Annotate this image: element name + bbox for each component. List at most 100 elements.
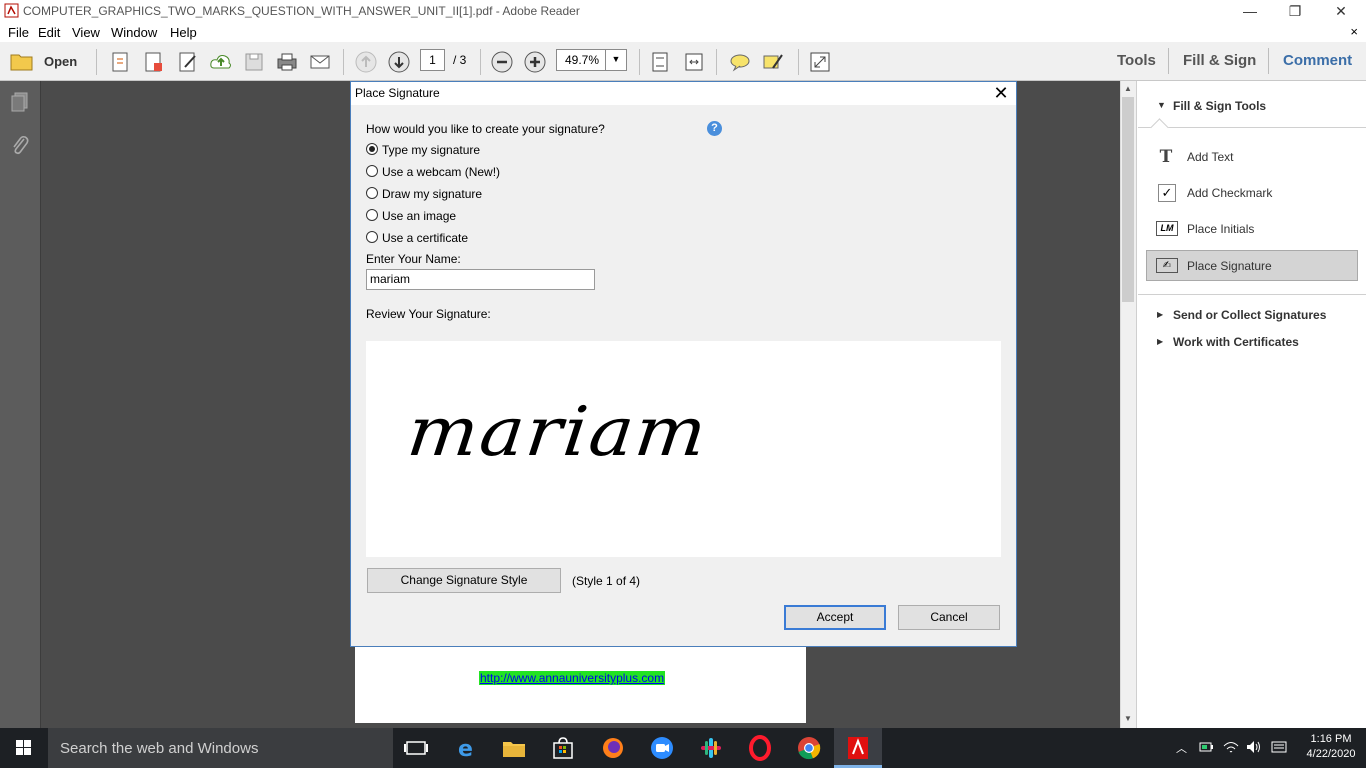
cloud-upload-icon[interactable] [209,50,233,74]
minimize-button[interactable]: — [1227,0,1273,22]
open-folder-icon[interactable] [10,52,34,72]
section-divider [1138,127,1366,128]
section-divider [1138,294,1366,295]
signature-preview-text: mariam [403,392,713,472]
accept-button[interactable]: Accept [784,605,886,630]
show-hidden-icons-chevron-icon[interactable]: ︿ [1176,740,1187,756]
radio-use-certificate[interactable] [366,231,378,243]
scroll-down-arrow-icon[interactable]: ▼ [1122,714,1134,724]
export-pdf-icon[interactable] [142,50,166,74]
review-signature-label: Review Your Signature: [366,307,491,321]
toolbar-divider [639,49,640,75]
place-initials-item[interactable]: Place Initials [1187,222,1254,236]
help-icon[interactable]: ? [707,121,722,136]
page-thumbnails-icon[interactable] [8,90,32,114]
attachments-paperclip-icon[interactable] [8,133,32,157]
radio-use-image[interactable] [366,209,378,221]
next-page-icon[interactable] [387,50,411,74]
page-total: / 3 [453,53,467,67]
zoom-level-input[interactable]: 49.7% [556,49,606,71]
work-with-certificates-header[interactable]: Work with Certificates [1173,335,1299,349]
chrome-icon[interactable] [794,733,824,763]
option-draw-signature-label[interactable]: Draw my signature [382,187,482,201]
highlight-text-icon[interactable] [761,50,785,74]
edge-browser-icon[interactable]: e [451,733,481,763]
expand-triangle-icon[interactable]: ▼ [1157,100,1166,110]
menu-edit[interactable]: Edit [38,25,60,40]
radio-type-signature[interactable] [366,143,378,155]
radio-draw-signature[interactable] [366,187,378,199]
tab-comment[interactable]: Comment [1283,52,1352,69]
scrollbar-thumb[interactable] [1122,97,1134,302]
power-icon[interactable] [1198,739,1216,755]
save-icon[interactable] [242,50,266,74]
acrobat-reader-taskbar-icon[interactable] [843,733,873,763]
collapsed-triangle-icon[interactable]: ▶ [1157,337,1163,346]
menu-view[interactable]: View [72,25,100,40]
clock-date: 4/22/2020 [1306,748,1356,760]
file-explorer-icon[interactable] [499,733,529,763]
collapsed-triangle-icon[interactable]: ▶ [1157,310,1163,319]
close-document-icon[interactable]: × [1350,24,1358,39]
place-signature-item[interactable]: Place Signature [1187,259,1272,273]
tab-tools[interactable]: Tools [1117,52,1156,69]
zoom-app-icon[interactable] [647,733,677,763]
change-signature-style-button[interactable]: Change Signature Style [367,568,561,593]
zoom-dropdown-chevron-icon[interactable]: ▼ [605,49,627,71]
full-screen-icon[interactable] [808,50,832,74]
windows-start-icon[interactable] [0,728,48,768]
option-use-certificate-label[interactable]: Use a certificate [382,231,468,245]
send-collect-signatures-header[interactable]: Send or Collect Signatures [1173,308,1326,322]
open-button-label[interactable]: Open [44,54,77,69]
document-hyperlink[interactable]: http://www.annauniversityplus.com [479,671,666,685]
page-number-input[interactable]: 1 [420,49,445,71]
opera-icon[interactable] [745,733,775,763]
keyboard-input-icon[interactable] [1270,739,1288,755]
toolbar-divider [96,49,97,75]
place-initials-icon: LM [1156,221,1178,236]
add-checkmark-item[interactable]: Add Checkmark [1187,186,1272,200]
fill-sign-tools-header[interactable]: Fill & Sign Tools [1173,99,1266,113]
fit-page-icon[interactable] [648,50,672,74]
window-title: COMPUTER_GRAPHICS_TWO_MARKS_QUESTION_WIT… [23,4,580,18]
radio-webcam[interactable] [366,165,378,177]
restore-button[interactable]: ❐ [1272,0,1318,22]
edit-pdf-icon[interactable] [176,50,200,74]
wifi-icon[interactable] [1222,739,1240,755]
menu-file[interactable]: File [8,25,29,40]
dialog-close-icon[interactable]: ✕ [988,82,1014,104]
add-checkmark-icon: ✓ [1158,184,1176,202]
option-webcam-label[interactable]: Use a webcam (New!) [382,165,500,179]
comment-bubble-icon[interactable] [728,50,752,74]
signature-method-question: How would you like to create your signat… [366,122,605,136]
scroll-up-arrow-icon[interactable]: ▲ [1122,84,1134,94]
previous-page-icon[interactable] [354,50,378,74]
zoom-in-icon[interactable] [523,50,547,74]
navigation-pane [0,81,41,728]
create-pdf-icon[interactable] [109,50,133,74]
option-use-image-label[interactable]: Use an image [382,209,456,223]
adobe-reader-app-icon [4,3,19,18]
email-icon[interactable] [308,50,332,74]
firefox-icon[interactable] [598,733,628,763]
volume-icon[interactable] [1245,739,1263,755]
menu-help[interactable]: Help [170,25,197,40]
svg-text:e: e [458,737,473,762]
cancel-button[interactable]: Cancel [898,605,1000,630]
zoom-out-icon[interactable] [490,50,514,74]
print-icon[interactable] [275,50,299,74]
name-input[interactable]: mariam [366,269,595,290]
fit-width-icon[interactable] [682,50,706,74]
store-icon[interactable] [548,733,578,763]
option-type-signature-label[interactable]: Type my signature [382,143,480,157]
close-window-button[interactable]: ✕ [1318,0,1364,22]
task-view-icon[interactable] [401,733,431,763]
menu-window[interactable]: Window [111,25,157,40]
place-signature-icon: ✍ [1156,258,1178,273]
system-clock[interactable]: 1:16 PM 4/22/2020 [1296,733,1366,760]
slack-icon[interactable] [696,733,726,763]
taskbar-search-placeholder[interactable]: Search the web and Windows [60,740,258,757]
add-text-item[interactable]: Add Text [1187,150,1233,164]
window-titlebar: COMPUTER_GRAPHICS_TWO_MARKS_QUESTION_WIT… [0,0,1366,22]
tab-fill-sign[interactable]: Fill & Sign [1183,52,1256,69]
